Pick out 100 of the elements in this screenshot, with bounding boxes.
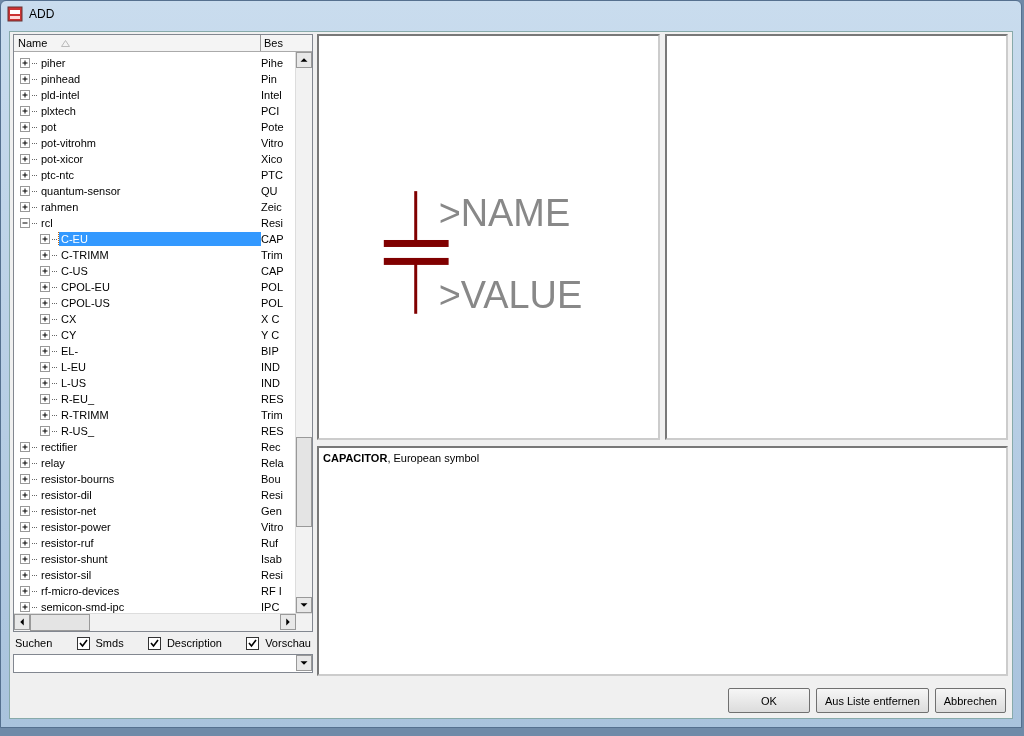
expand-icon[interactable] — [40, 250, 50, 260]
tree-item[interactable]: quantum-sensor — [39, 184, 123, 198]
tree-item[interactable]: rcl — [39, 216, 55, 230]
tree-item[interactable]: pot-xicor — [39, 152, 86, 166]
tree-item[interactable]: resistor-net — [39, 504, 99, 518]
description-cell-text: Bou — [261, 473, 282, 485]
checkbox[interactable] — [76, 636, 90, 650]
expand-icon[interactable] — [20, 122, 30, 132]
expand-icon[interactable] — [20, 186, 30, 196]
expand-icon[interactable] — [20, 138, 30, 148]
checkbox[interactable] — [246, 636, 260, 650]
search-label: Suchen — [15, 637, 53, 649]
expand-icon[interactable] — [20, 90, 30, 100]
tree-item[interactable]: L-US — [59, 376, 89, 390]
tree-item[interactable]: semicon-smd-ipc — [39, 600, 127, 613]
sort-icon — [61, 39, 71, 47]
scroll-up-icon[interactable] — [296, 52, 312, 68]
description-cell-text: POL — [261, 281, 284, 293]
expand-icon[interactable] — [20, 170, 30, 180]
expand-icon[interactable] — [40, 282, 50, 292]
expand-icon[interactable] — [20, 538, 30, 548]
tree-item[interactable]: R-US_ — [59, 424, 96, 438]
tree-item[interactable]: CX — [59, 312, 79, 326]
tree-item[interactable]: L-EU — [59, 360, 89, 374]
expand-icon[interactable] — [20, 74, 30, 84]
tree-item[interactable]: CPOL-US — [59, 296, 112, 310]
expand-icon[interactable] — [20, 522, 30, 532]
collapse-icon[interactable] — [20, 218, 30, 228]
expand-icon[interactable] — [20, 586, 30, 596]
tree-item[interactable]: C-US — [59, 264, 90, 278]
tree-item[interactable]: resistor-ruf — [39, 536, 96, 550]
dialog-button[interactable]: OK — [728, 688, 810, 713]
expand-icon[interactable] — [20, 474, 30, 484]
description-cell-text: POL — [261, 297, 284, 309]
tree-item[interactable]: piher — [39, 56, 68, 70]
scrollbar-thumb[interactable] — [296, 437, 312, 527]
column-header[interactable]: Bes — [261, 35, 288, 51]
scroll-left-icon[interactable] — [14, 614, 30, 630]
checkbox[interactable] — [147, 636, 161, 650]
expand-icon[interactable] — [40, 234, 50, 244]
expand-icon[interactable] — [20, 202, 30, 212]
tree-item[interactable]: CPOL-EU — [59, 280, 112, 294]
app-icon — [7, 6, 23, 22]
expand-icon[interactable] — [40, 266, 50, 276]
expand-icon[interactable] — [40, 346, 50, 356]
expand-icon[interactable] — [40, 298, 50, 308]
tree-item[interactable]: rahmen — [39, 200, 81, 214]
scroll-down-icon[interactable] — [296, 597, 312, 613]
tree-item[interactable]: resistor-shunt — [39, 552, 110, 566]
tree-item[interactable]: C-TRIMM — [59, 248, 111, 262]
expand-icon[interactable] — [40, 330, 50, 340]
expand-icon[interactable] — [40, 426, 50, 436]
expand-icon[interactable] — [20, 490, 30, 500]
description-text: CAPACITOR, European symbol — [323, 452, 480, 464]
tree-item[interactable]: relay — [39, 456, 67, 470]
description-cell-text: Zeic — [261, 201, 283, 213]
description-cell-text: RF I — [261, 585, 283, 597]
tree-item[interactable]: resistor-bourns — [39, 472, 117, 486]
expand-icon[interactable] — [20, 602, 30, 612]
expand-icon[interactable] — [40, 378, 50, 388]
tree-item[interactable]: EL- — [59, 344, 81, 358]
scroll-right-icon[interactable] — [280, 614, 296, 630]
tree-item[interactable]: rectifier — [39, 440, 80, 454]
expand-icon[interactable] — [20, 106, 30, 116]
tree-item[interactable]: resistor-dil — [39, 488, 94, 502]
scrollbar-thumb[interactable] — [30, 614, 90, 631]
description-cell-text: Trim — [261, 249, 284, 261]
tree-item[interactable]: plxtech — [39, 104, 78, 118]
expand-icon[interactable] — [40, 314, 50, 324]
column-header[interactable]: Name — [14, 35, 261, 51]
window-title: ADD — [29, 7, 55, 21]
expand-icon[interactable] — [40, 410, 50, 420]
tree-item[interactable]: R-EU_ — [59, 392, 96, 406]
tree-item[interactable]: pld-intel — [39, 88, 82, 102]
checkbox-label: Description — [166, 637, 222, 649]
expand-icon[interactable] — [20, 506, 30, 516]
description-cell-text: Vitro — [261, 137, 285, 149]
tree-item[interactable]: ptc-ntc — [39, 168, 76, 182]
expand-icon[interactable] — [20, 442, 30, 452]
expand-icon[interactable] — [20, 554, 30, 564]
description-cell-text: Resi — [261, 489, 284, 501]
tree-item[interactable]: resistor-sil — [39, 568, 94, 582]
tree-item[interactable]: resistor-power — [39, 520, 113, 534]
description-cell-text: IPC — [261, 601, 281, 613]
tree-item[interactable]: pinhead — [39, 72, 83, 86]
expand-icon[interactable] — [20, 58, 30, 68]
tree-item[interactable]: rf-micro-devices — [39, 584, 122, 598]
search-field[interactable] — [13, 654, 313, 673]
expand-icon[interactable] — [40, 362, 50, 372]
expand-icon[interactable] — [20, 154, 30, 164]
tree-item[interactable]: CY — [59, 328, 79, 342]
tree-item[interactable]: pot — [39, 120, 59, 134]
dropdown-icon[interactable] — [296, 655, 312, 671]
expand-icon[interactable] — [40, 394, 50, 404]
expand-icon[interactable] — [20, 570, 30, 580]
tree-item[interactable]: pot-vitrohm — [39, 136, 99, 150]
dialog-button[interactable]: Abbrechen — [934, 688, 1006, 713]
expand-icon[interactable] — [20, 458, 30, 468]
tree-item[interactable]: R-TRIMM — [59, 408, 111, 422]
dialog-button[interactable]: Aus Liste entfernen — [816, 688, 929, 713]
